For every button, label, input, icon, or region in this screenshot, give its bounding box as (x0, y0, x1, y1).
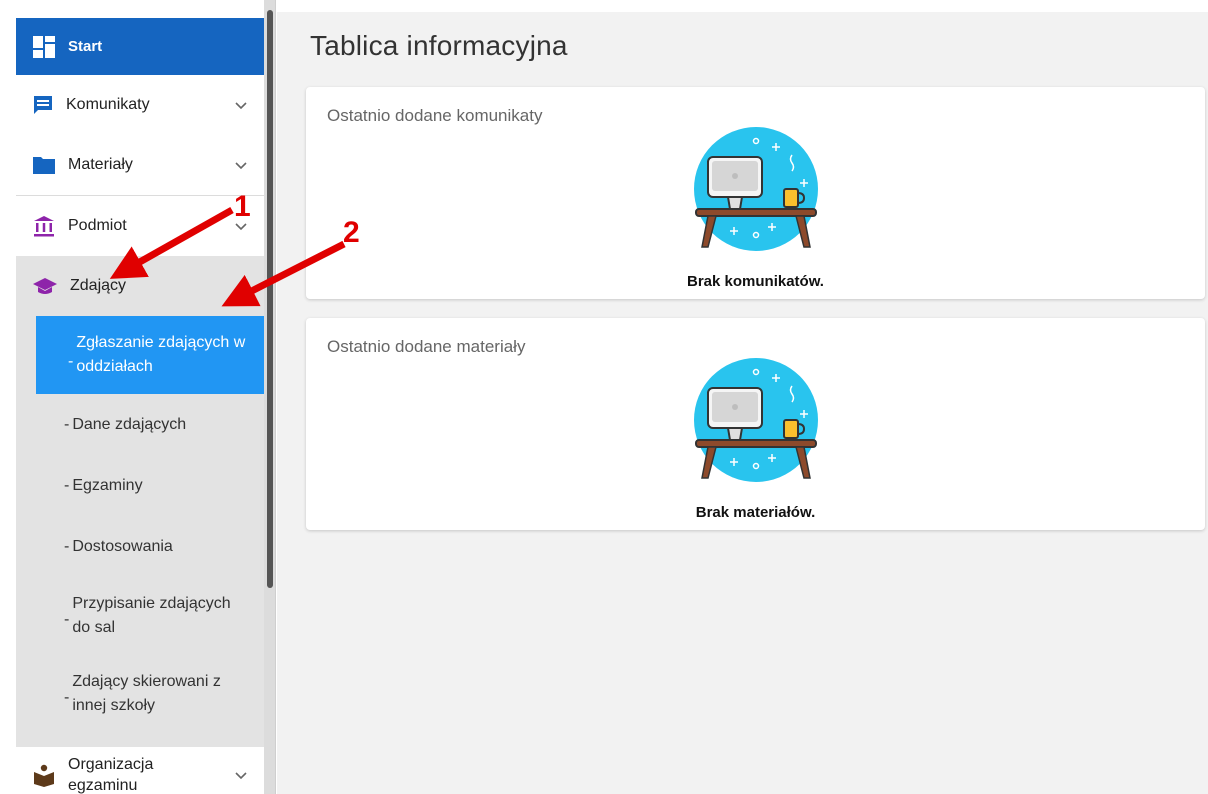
top-bar (0, 0, 1208, 12)
sidebar-item-label: Komunikaty (66, 96, 150, 113)
sidebar-item-label: Start (68, 38, 103, 55)
message-icon (34, 96, 52, 114)
sidebar-item-label: Podmiot (68, 217, 127, 234)
annotation-label-1: 1 (234, 190, 251, 223)
subitem-label: Dostosowania (72, 537, 173, 555)
card-title: Ostatnio dodane komunikaty (327, 106, 543, 125)
subitem-label: Zgłaszanie zdających w oddziałach (76, 334, 246, 375)
subitem-dash: - (64, 611, 70, 628)
sidebar-subitem-dane-zdajacych[interactable]: - Dane zdających (16, 394, 264, 455)
subitem-dash: - (64, 689, 70, 706)
subitem-dash: - (64, 476, 70, 494)
dashboard-icon (33, 35, 55, 58)
subitem-label: Zdający skierowani z innej szkoły (72, 673, 221, 714)
subitem-label: Dane zdających (72, 415, 187, 433)
page-title: Tablica informacyjna (310, 30, 568, 61)
subitem-label: Przypisanie zdających do sal (72, 595, 231, 636)
sidebar-item-podmiot[interactable]: Podmiot (16, 196, 264, 256)
sidebar-subitem-skierowani-z-innej-szkoly[interactable]: - Zdający skierowani z innej szkoły (16, 655, 264, 733)
sidebar-item-materialy[interactable]: Materiały (16, 135, 264, 195)
empty-desk-illustration (694, 358, 818, 482)
sidebar: Start Komunikaty Materiały Podmiot Zdają… (16, 18, 264, 794)
graduation-cap-icon (33, 278, 57, 294)
teacher-icon (34, 764, 54, 787)
card-materialy: Ostatnio dodane materiały Brak materiałó… (306, 318, 1205, 530)
empty-state-text: Brak materiałów. (695, 504, 816, 521)
sidebar-subitem-egzaminy[interactable]: - Egzaminy (16, 455, 264, 516)
sidebar-item-start[interactable]: Start (16, 18, 264, 75)
chevron-down-icon[interactable] (234, 101, 248, 111)
sidebar-subitem-przypisanie-do-sal[interactable]: - Przypisanie zdających do sal (16, 577, 264, 655)
sidebar-scrollbar-thumb[interactable] (267, 10, 273, 588)
empty-desk-illustration (694, 127, 818, 251)
subitem-label: Egzaminy (72, 476, 143, 494)
institution-icon (34, 216, 54, 237)
sidebar-item-organizacja-egzaminu[interactable]: Organizacja egzaminu (16, 747, 264, 794)
sidebar-item-label: Materiały (68, 156, 133, 173)
sidebar-subitem-zgłaszanie-zdajacych[interactable]: - Zgłaszanie zdających w oddziałach (36, 316, 264, 394)
annotation-label-2: 2 (343, 216, 360, 249)
subitem-dash: - (64, 415, 70, 433)
folder-icon (33, 157, 55, 174)
chevron-down-icon[interactable] (234, 771, 248, 781)
sidebar-item-zdajacy[interactable]: Zdający (16, 256, 264, 316)
sidebar-item-label: Organizacja egzaminu (68, 756, 154, 794)
sidebar-item-label: Zdający (70, 277, 127, 294)
subitem-dash: - (68, 353, 74, 370)
main-content: Tablica informacyjna Ostatnio dodane kom… (277, 12, 1208, 794)
chevron-down-icon[interactable] (234, 161, 248, 171)
empty-state-text: Brak komunikatów. (687, 273, 824, 290)
card-title: Ostatnio dodane materiały (327, 337, 526, 356)
card-komunikaty: Ostatnio dodane komunikaty Brak komunika… (306, 87, 1205, 299)
sidebar-item-komunikaty[interactable]: Komunikaty (16, 75, 264, 135)
sidebar-subitem-dostosowania[interactable]: - Dostosowania (16, 516, 264, 577)
subitem-dash: - (64, 537, 70, 555)
sidebar-group-zdajacy: Zdający - Zgłaszanie zdających w oddział… (16, 256, 264, 747)
